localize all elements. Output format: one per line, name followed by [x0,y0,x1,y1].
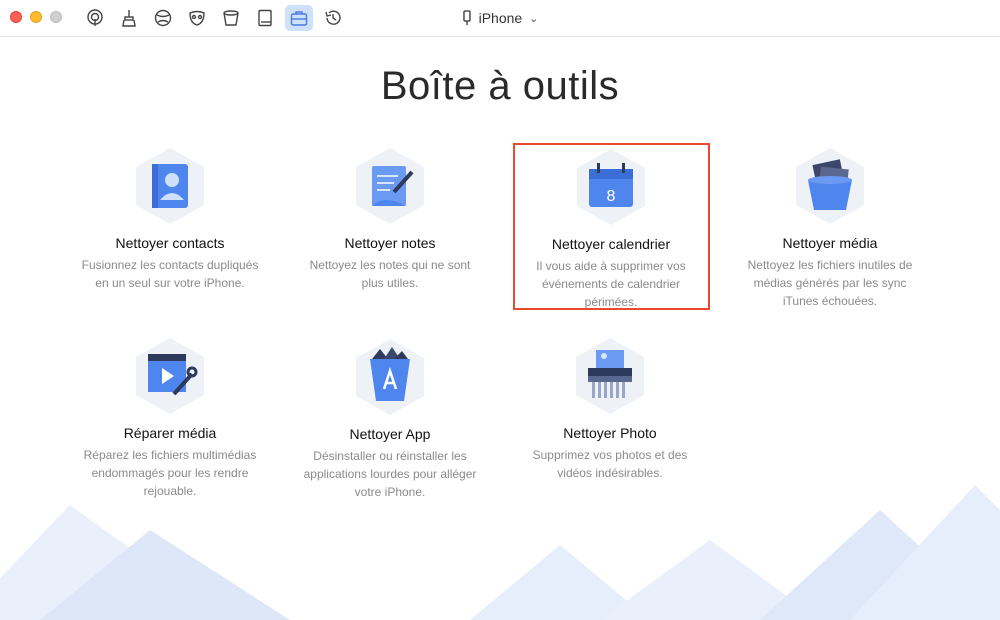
close-window-button[interactable] [10,11,22,23]
tool-description: Fusionnez les contacts dupliqués en un s… [81,258,259,290]
tool-name: Nettoyer média [782,235,878,251]
tool-card-contacts[interactable]: Nettoyer contacts Fusionnez les contacts… [70,146,270,292]
toolbar-browser-button[interactable] [149,5,177,31]
highlight-box [513,143,710,310]
tool-name: Nettoyer Photo [563,425,657,441]
tool-description: Réparez les fichiers multimédias endomma… [83,448,257,498]
toolbar-cleaner-button[interactable] [115,5,143,31]
media-bucket-icon [796,148,864,224]
bucket-icon [223,10,239,26]
toolbar-podcast-button[interactable] [81,5,109,31]
tool-description: Nettoyez les fichiers inutiles de médias… [747,258,913,308]
tool-card-photo[interactable]: Nettoyer Photo Supprimez vos photos et d… [510,336,710,482]
tool-card-repair-media[interactable]: Réparer média Réparez les fichiers multi… [70,336,270,500]
tool-name: Nettoyer App [349,426,431,442]
toolbar-trash-button[interactable] [217,5,245,31]
page-title: Boîte à outils [380,64,620,108]
tool-name: Réparer média [123,425,217,441]
tool-name: Nettoyer notes [344,235,436,251]
title-bar: iPhone ⌄ [0,0,1000,37]
mask-icon [189,10,205,26]
toolbar-books-button[interactable] [251,5,279,31]
contacts-icon [136,148,204,224]
chevron-down-icon: ⌄ [529,12,539,25]
app-trash-icon [356,339,424,415]
toolbar-privacy-button[interactable] [183,5,211,31]
tool-name: Nettoyer contacts [115,235,225,251]
toolbar-toolbox-button[interactable] [285,5,313,31]
globe-icon [154,9,172,27]
device-selector[interactable]: iPhone ⌄ [440,0,560,36]
book-icon [258,9,272,27]
broom-icon [122,10,136,27]
tool-description: Supprimez vos photos et des vidéos indés… [532,448,688,480]
toolbar-history-button[interactable] [319,5,347,31]
toolbox-icon [290,11,308,26]
tool-description: Désinstaller ou réinstaller les applicat… [303,449,477,499]
history-icon [325,10,341,25]
repair-media-icon [136,338,204,414]
device-name: iPhone [478,10,523,26]
zoom-window-button[interactable] [50,11,62,23]
phone-icon [462,10,471,25]
tool-card-app[interactable]: Nettoyer App Désinstaller ou réinstaller… [290,337,490,501]
tool-description: Nettoyez les notes qui ne sont plus util… [309,258,471,290]
tool-card-media[interactable]: Nettoyer média Nettoyez les fichiers inu… [730,146,930,310]
notes-icon [356,148,424,224]
photo-shredder-icon [576,338,644,414]
podcast-icon [87,9,103,26]
tool-card-notes[interactable]: Nettoyer notes Nettoyez les notes qui ne… [290,146,490,292]
minimize-window-button[interactable] [30,11,42,23]
